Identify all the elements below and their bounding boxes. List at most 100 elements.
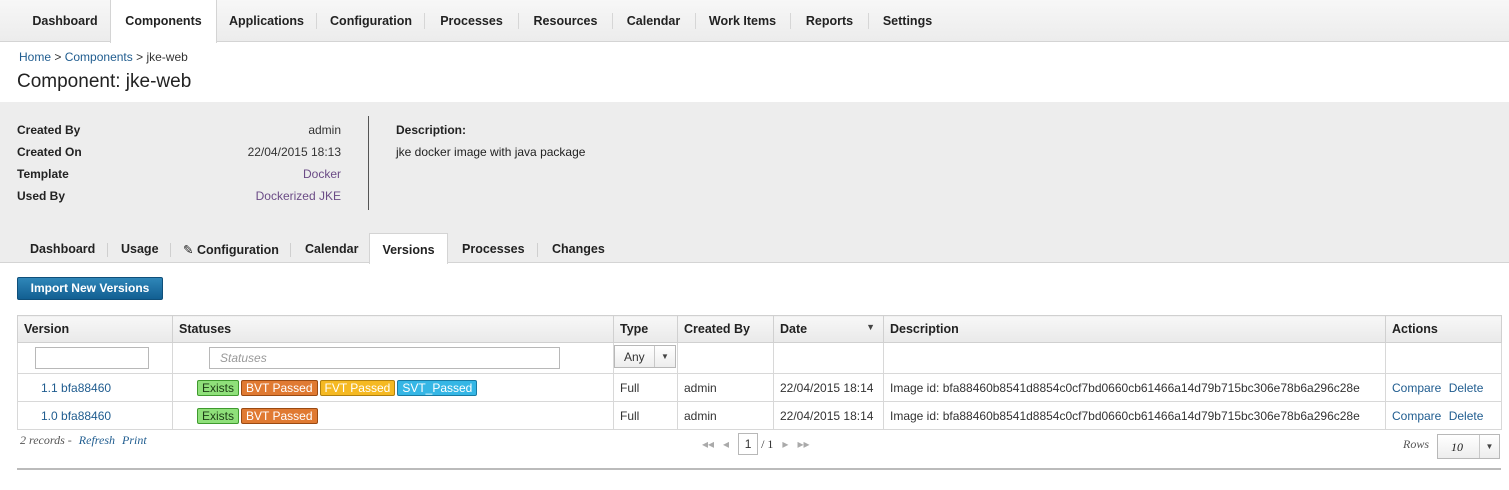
first-page-icon[interactable]: ◂◂	[702, 437, 714, 451]
nav-tab-resources[interactable]: Resources	[518, 0, 613, 42]
tab-configuration[interactable]: ✎ Configuration	[183, 242, 279, 257]
description-label: Description:	[396, 123, 467, 137]
nav-tab-reports[interactable]: Reports	[790, 0, 869, 42]
record-count: 2 records	[20, 433, 65, 447]
version-link[interactable]: 1.0 bfa88460	[41, 409, 111, 423]
last-page-icon[interactable]: ▸▸	[797, 437, 809, 451]
divider	[17, 468, 1501, 470]
empty-filter-cell	[677, 342, 774, 374]
date-cell: 22/04/2015 18:14	[773, 373, 884, 402]
status-badge: Exists	[197, 407, 240, 424]
compare-link[interactable]: Compare	[1392, 381, 1441, 395]
print-link[interactable]: Print	[122, 433, 147, 447]
column-header-description[interactable]: Description	[883, 315, 1386, 343]
next-page-icon[interactable]: ▸	[782, 437, 788, 451]
created-on-label: Created On	[17, 145, 82, 159]
nav-tab-settings[interactable]: Settings	[868, 0, 947, 42]
page-title: Component: jke-web	[17, 71, 192, 92]
type-filter-select[interactable]: Any ▼	[614, 345, 676, 368]
type-cell: Full	[613, 373, 678, 402]
created-by-value: admin	[308, 123, 341, 137]
breadcrumb-separator: >	[136, 50, 144, 64]
status-badge: BVT Passed	[241, 407, 318, 424]
tab-versions[interactable]: Versions	[369, 233, 448, 264]
created-by-cell: admin	[677, 401, 774, 430]
table-row: 1.1 bfa88460 Exists BVT Passed FVT Passed S…	[17, 373, 1502, 402]
rows-label: Rows	[1403, 437, 1430, 451]
import-new-versions-button[interactable]: Import New Versions	[17, 277, 163, 300]
breadcrumb: Home > Components > jke-web	[19, 50, 188, 64]
footer-dash: -	[67, 433, 72, 447]
compare-link[interactable]: Compare	[1392, 409, 1441, 423]
nav-tab-configuration[interactable]: Configuration	[317, 0, 425, 42]
created-by-cell: admin	[677, 373, 774, 402]
statuses-filter-cell: Statuses	[172, 342, 614, 374]
breadcrumb-current: jke-web	[146, 50, 188, 64]
page-number-input[interactable]: 1	[738, 433, 759, 455]
chevron-down-icon: ▼	[1479, 435, 1499, 458]
created-by-label: Created By	[17, 123, 81, 137]
nav-tab-work-items[interactable]: Work Items	[695, 0, 790, 42]
page-total: / 1	[761, 437, 774, 451]
nav-tab-processes[interactable]: Processes	[425, 0, 518, 42]
column-header-statuses[interactable]: Statuses	[172, 315, 614, 343]
delete-link[interactable]: Delete	[1449, 381, 1484, 395]
version-link[interactable]: 1.1 bfa88460	[41, 381, 111, 395]
info-divider	[368, 116, 369, 210]
nav-tab-components[interactable]: Components	[110, 0, 217, 43]
column-header-created-by[interactable]: Created By	[677, 315, 774, 343]
nav-tab-calendar[interactable]: Calendar	[612, 0, 695, 42]
component-subtabs: Dashboard Usage ✎ Configuration Calendar…	[0, 221, 1509, 264]
empty-filter-cell	[773, 342, 884, 374]
column-header-date[interactable]: Date ▼	[773, 315, 884, 343]
column-header-type[interactable]: Type	[613, 315, 678, 343]
tab-changes[interactable]: Changes	[552, 242, 605, 256]
type-cell: Full	[613, 401, 678, 430]
breadcrumb-separator: >	[54, 50, 62, 64]
rows-per-page-value: 10	[1451, 440, 1463, 454]
rows-per-page-select[interactable]: 10 ▼	[1437, 434, 1500, 459]
actions-cell: Compare Delete	[1385, 401, 1502, 430]
delete-link[interactable]: Delete	[1449, 409, 1484, 423]
breadcrumb-home[interactable]: Home	[19, 50, 51, 64]
table-footer-left: 2 records - Refresh Print	[20, 433, 147, 448]
column-header-date-label: Date	[780, 322, 808, 336]
statuses-filter-input[interactable]: Statuses	[209, 347, 560, 369]
tab-dashboard[interactable]: Dashboard	[30, 242, 95, 256]
date-cell: 22/04/2015 18:14	[773, 401, 884, 430]
sort-descending-icon[interactable]: ▼	[866, 322, 875, 332]
template-link[interactable]: Docker	[303, 167, 341, 181]
tab-processes[interactable]: Processes	[462, 242, 525, 256]
empty-filter-cell	[883, 342, 1386, 374]
tab-calendar[interactable]: Calendar	[305, 242, 359, 256]
table-header-row: Version Statuses Type Created By Date ▼ …	[17, 315, 1502, 343]
nav-tab-applications[interactable]: Applications	[217, 0, 316, 42]
version-filter-input[interactable]	[35, 347, 149, 369]
breadcrumb-components[interactable]: Components	[65, 50, 133, 64]
created-on-value: 22/04/2015 18:13	[247, 145, 341, 159]
status-badge: FVT Passed	[319, 379, 396, 396]
empty-filter-cell	[1385, 342, 1502, 374]
table-row: 1.0 bfa88460 Exists BVT Passed Full admin…	[17, 401, 1502, 430]
tab-divider	[170, 243, 171, 257]
tab-divider	[537, 243, 538, 257]
used-by-link[interactable]: Dockerized JKE	[256, 189, 341, 203]
tab-usage[interactable]: Usage	[121, 242, 159, 256]
component-info-panel: Created By admin Created On 22/04/2015 1…	[0, 102, 1509, 221]
pencil-icon: ✎	[183, 243, 194, 257]
template-label: Template	[17, 167, 69, 181]
tab-divider	[107, 243, 108, 257]
previous-page-icon[interactable]: ◂	[723, 437, 729, 451]
status-badge: SVT_Passed	[397, 379, 478, 396]
nav-tab-dashboard[interactable]: Dashboard	[17, 0, 113, 42]
refresh-link[interactable]: Refresh	[79, 433, 115, 447]
version-filter-cell	[17, 342, 173, 374]
description-value: jke docker image with java package	[396, 145, 586, 159]
column-header-version[interactable]: Version	[17, 315, 173, 343]
versions-table: Version Statuses Type Created By Date ▼ …	[17, 315, 1502, 430]
status-badge: BVT Passed	[241, 379, 318, 396]
statuses-cell: Exists BVT Passed	[172, 401, 614, 430]
tab-configuration-label: Configuration	[196, 243, 279, 257]
description-cell: Image id: bfa88460b8541d8854c0cf7bd0660c…	[883, 373, 1386, 402]
type-filter-cell: Any ▼	[613, 342, 678, 374]
